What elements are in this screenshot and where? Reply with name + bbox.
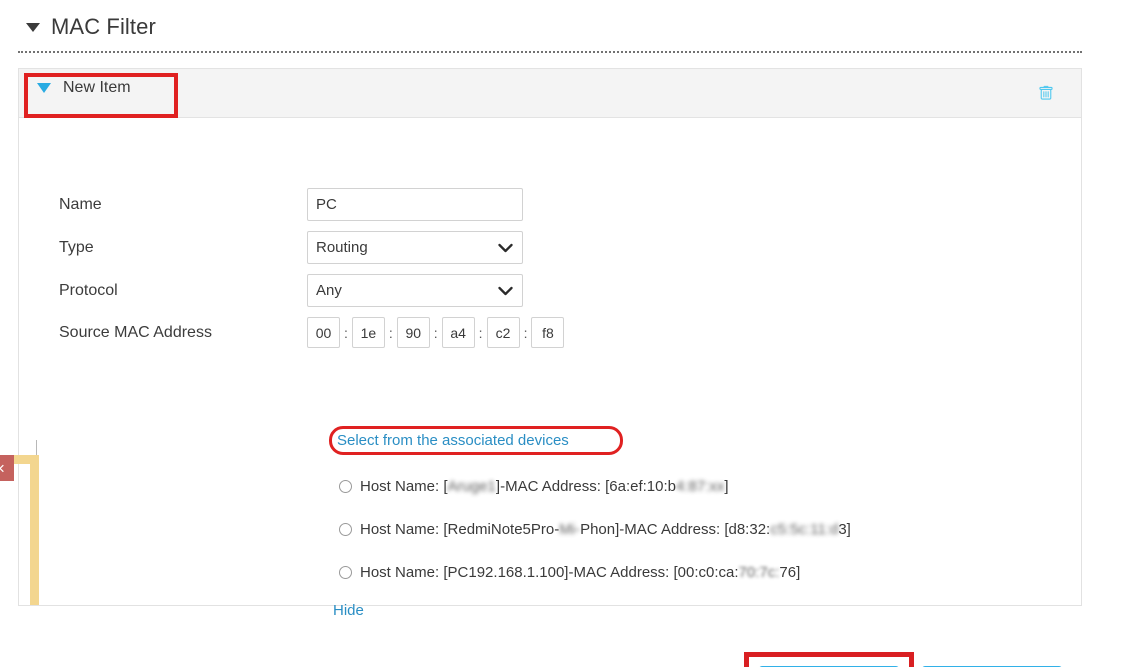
edge-tick-mark bbox=[36, 440, 37, 456]
page-root: MAC Filter New Item Name PC Type Routing… bbox=[0, 0, 1132, 667]
mac-octet-6[interactable] bbox=[531, 317, 565, 348]
section-header: MAC Filter bbox=[26, 14, 156, 40]
form-row-protocol: Protocol Any bbox=[59, 274, 579, 307]
radio-button[interactable] bbox=[339, 480, 352, 493]
mac-octet-1[interactable] bbox=[307, 317, 340, 348]
form-row-type: Type Routing bbox=[59, 231, 579, 264]
type-select-value[interactable]: Routing bbox=[307, 231, 523, 264]
associated-devices-link-wrap: Select from the associated devices bbox=[329, 426, 623, 455]
caret-down-icon[interactable] bbox=[26, 22, 40, 32]
mac-separator: : bbox=[433, 324, 438, 341]
protocol-select[interactable]: Any bbox=[307, 274, 523, 307]
mac-address-group: : : : : : bbox=[307, 317, 565, 348]
mac-separator: : bbox=[523, 324, 528, 341]
type-select[interactable]: Routing bbox=[307, 231, 523, 264]
label-source-mac: Source MAC Address bbox=[59, 323, 212, 341]
delete-item-button[interactable] bbox=[1033, 79, 1059, 107]
mac-separator: : bbox=[388, 324, 393, 341]
mac-separator: : bbox=[344, 324, 348, 341]
label-name: Name bbox=[59, 195, 102, 213]
protocol-select-value[interactable]: Any bbox=[307, 274, 523, 307]
hide-devices-link[interactable]: Hide bbox=[333, 602, 364, 619]
device-option-1[interactable]: Host Name: [Aruge1]-MAC Address: [6a:ef:… bbox=[339, 478, 729, 495]
select-associated-devices-link[interactable]: Select from the associated devices bbox=[335, 430, 571, 451]
mac-separator: : bbox=[478, 324, 483, 341]
radio-button[interactable] bbox=[339, 523, 352, 536]
mac-octet-2[interactable] bbox=[351, 317, 385, 348]
mac-octet-5[interactable] bbox=[486, 317, 520, 348]
device-label-1: Host Name: [Aruge1]-MAC Address: [6a:ef:… bbox=[360, 478, 729, 495]
new-item-form: Name Type Routing Protocol Any bbox=[19, 118, 1081, 667]
device-option-3[interactable]: Host Name: [PC192.168.1.100]-MAC Address… bbox=[339, 564, 800, 581]
page-title: MAC Filter bbox=[51, 14, 156, 39]
mac-octet-3[interactable] bbox=[396, 317, 430, 348]
mac-filter-panel: New Item Name Type bbox=[18, 68, 1082, 667]
form-row-source-mac: Source MAC Address : : : : : bbox=[59, 317, 659, 348]
device-option-2[interactable]: Host Name: [RedmiNote5Pro-Mi-Phon]-MAC A… bbox=[339, 521, 851, 538]
new-item-header: New Item bbox=[19, 68, 1081, 118]
label-protocol: Protocol bbox=[59, 281, 118, 299]
mac-octet-4[interactable] bbox=[441, 317, 475, 348]
highlight-box-apply bbox=[744, 652, 914, 667]
caret-down-icon[interactable] bbox=[37, 83, 51, 93]
label-type: Type bbox=[59, 238, 94, 256]
form-row-name: Name bbox=[59, 188, 579, 221]
new-item-toggle[interactable]: New Item bbox=[31, 73, 145, 103]
device-label-3: Host Name: [PC192.168.1.100]-MAC Address… bbox=[360, 564, 801, 581]
new-item-label: New Item bbox=[63, 79, 131, 96]
edge-highlight-bar bbox=[30, 455, 39, 605]
device-label-2: Host Name: [RedmiNote5Pro-Mi-Phon]-MAC A… bbox=[360, 521, 851, 538]
trash-icon bbox=[1039, 85, 1053, 100]
radio-button[interactable] bbox=[339, 566, 352, 579]
section-divider bbox=[18, 51, 1082, 53]
name-input[interactable] bbox=[307, 188, 523, 221]
close-icon[interactable]: × bbox=[0, 455, 14, 481]
